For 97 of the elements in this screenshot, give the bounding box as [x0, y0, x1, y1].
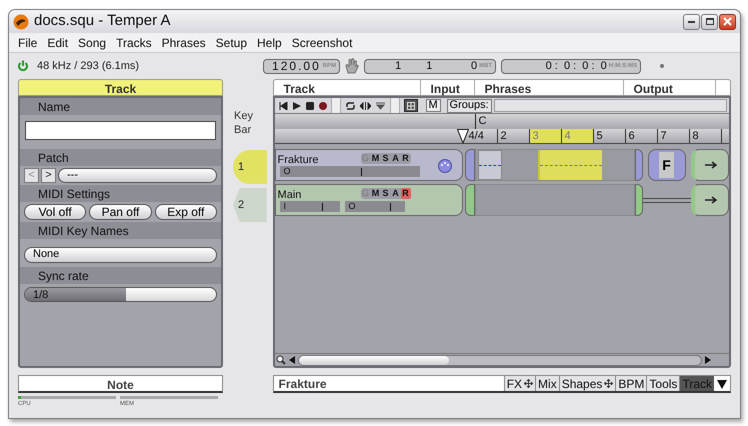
loop-icon[interactable] — [346, 102, 355, 110]
maximize-button[interactable] — [701, 14, 718, 30]
time-signature: 4/4 — [468, 129, 498, 143]
stop-icon[interactable] — [306, 102, 314, 110]
playhead-icon[interactable] — [456, 129, 469, 144]
ruler-row-label: Bar — [233, 123, 252, 137]
column-header: Input — [420, 80, 475, 95]
horizontal-scrollbar[interactable] — [298, 354, 702, 366]
menu-item[interactable]: Setup — [216, 34, 248, 52]
track-flag-button[interactable]: S — [380, 153, 391, 164]
app-logo-icon — [13, 14, 29, 30]
key-names-label: MIDI Key Names — [38, 222, 129, 240]
note-panel-title: Note — [18, 375, 223, 393]
track-name: Frakture — [278, 153, 319, 168]
column-header: Phrases — [474, 80, 624, 95]
track-flag-button[interactable]: A — [390, 153, 401, 164]
phrase-clip[interactable] — [538, 150, 602, 180]
slider-reading: O — [284, 166, 291, 177]
panel-tab[interactable]: BPM — [615, 376, 646, 391]
groups-button[interactable]: Groups: — [446, 98, 492, 112]
track-flag-button[interactable]: M — [370, 153, 381, 164]
panel-tab[interactable]: Mix — [535, 376, 559, 391]
panel-tab[interactable]: FX — [504, 376, 536, 391]
output-slot[interactable] — [690, 184, 729, 216]
scroll-left-icon[interactable] — [286, 355, 297, 365]
bar-number[interactable]: 8 — [690, 129, 722, 143]
menu-item[interactable]: Tracks — [116, 34, 152, 52]
move-icon — [524, 379, 534, 388]
bar-number[interactable]: 5 — [594, 129, 626, 143]
patch-step-button[interactable]: > — [41, 168, 56, 183]
grid-button[interactable] — [404, 99, 418, 112]
groups-field[interactable] — [494, 99, 727, 112]
midi-settings-label: MIDI Settings — [38, 186, 110, 202]
track-flag-button[interactable]: R — [400, 188, 411, 199]
minimize-button[interactable] — [683, 14, 700, 30]
sync-rate-value: 1/8 — [33, 288, 48, 301]
midi-toggle-button[interactable]: Exp off — [154, 204, 217, 220]
panel-tab[interactable]: Shapes — [558, 376, 616, 391]
menu-item[interactable]: Edit — [47, 34, 68, 52]
scrollbar-thumb[interactable] — [298, 356, 449, 364]
panel-tab[interactable]: Tools — [646, 376, 680, 391]
track-number-tab[interactable]: 2 — [233, 188, 267, 222]
track-slider[interactable]: O — [344, 201, 405, 212]
sync-rate-label: Sync rate — [38, 268, 89, 284]
play-icon[interactable] — [292, 102, 301, 110]
key-names-selector[interactable]: None — [24, 246, 217, 262]
zoom-icon[interactable] — [276, 355, 286, 365]
name-input-field[interactable] — [25, 120, 216, 140]
close-button[interactable] — [719, 14, 736, 30]
output-effect-box[interactable]: F — [648, 149, 686, 181]
slider-reading: O — [348, 201, 356, 212]
power-icon — [17, 60, 29, 72]
arrow-icon — [705, 161, 718, 169]
menu-item[interactable]: Screenshot — [292, 34, 352, 52]
sync-rate-slider[interactable]: 1/8 — [24, 287, 217, 302]
track-slider[interactable]: I — [280, 201, 340, 212]
patch-selector[interactable]: --- — [58, 168, 217, 183]
midi-toggle-button[interactable]: Pan off — [89, 204, 152, 220]
track-number-tab[interactable]: 1 — [233, 150, 267, 184]
track-flag-button[interactable]: R — [400, 153, 411, 164]
ruler-row-label: Key — [233, 109, 254, 123]
menu-item[interactable]: Help — [257, 34, 282, 52]
midi-port-icon — [438, 159, 452, 173]
rewind-icon[interactable] — [278, 102, 288, 110]
track-flag-button[interactable]: M — [370, 188, 381, 199]
selected-track-name: Frakture — [278, 376, 328, 391]
arrow-icon — [705, 196, 718, 204]
input-slot[interactable] — [464, 184, 475, 216]
column-header: Output — [624, 80, 716, 95]
close-icon — [723, 17, 732, 26]
input-slot[interactable] — [464, 149, 475, 181]
scroll-right-icon[interactable] — [703, 355, 713, 365]
bar-number[interactable]: 7 — [658, 129, 690, 143]
track-flag-button[interactable]: S — [380, 188, 391, 199]
menu-item[interactable]: Song — [78, 34, 106, 52]
patch-label: Patch — [38, 150, 69, 166]
name-label: Name — [38, 98, 70, 116]
menu-item[interactable]: File — [18, 34, 38, 52]
window-title: docs.squ - Temper A — [34, 11, 170, 32]
track-name: Main — [278, 188, 302, 202]
track-slider[interactable]: O — [280, 166, 420, 177]
hand-icon[interactable] — [345, 58, 360, 74]
slider-reading: I — [284, 201, 286, 212]
move-icon — [604, 379, 614, 388]
record-icon[interactable] — [318, 102, 327, 110]
menu-item[interactable]: Phrases — [162, 34, 206, 52]
expand-horizontal-icon[interactable] — [360, 102, 371, 110]
midi-toggle-button[interactable]: Vol off — [24, 204, 86, 220]
output-slot[interactable] — [690, 149, 729, 181]
phrase-clip[interactable] — [478, 150, 502, 180]
column-header: Track — [274, 80, 421, 95]
filter-icon[interactable] — [376, 102, 385, 110]
bar-number[interactable]: 6 — [626, 129, 658, 143]
audio-status: 48 kHz / 293 (6.1ms) — [37, 58, 140, 74]
panel-title: Track — [18, 79, 223, 96]
m-button[interactable]: M — [426, 99, 441, 112]
track-flag-button[interactable]: A — [390, 188, 401, 199]
